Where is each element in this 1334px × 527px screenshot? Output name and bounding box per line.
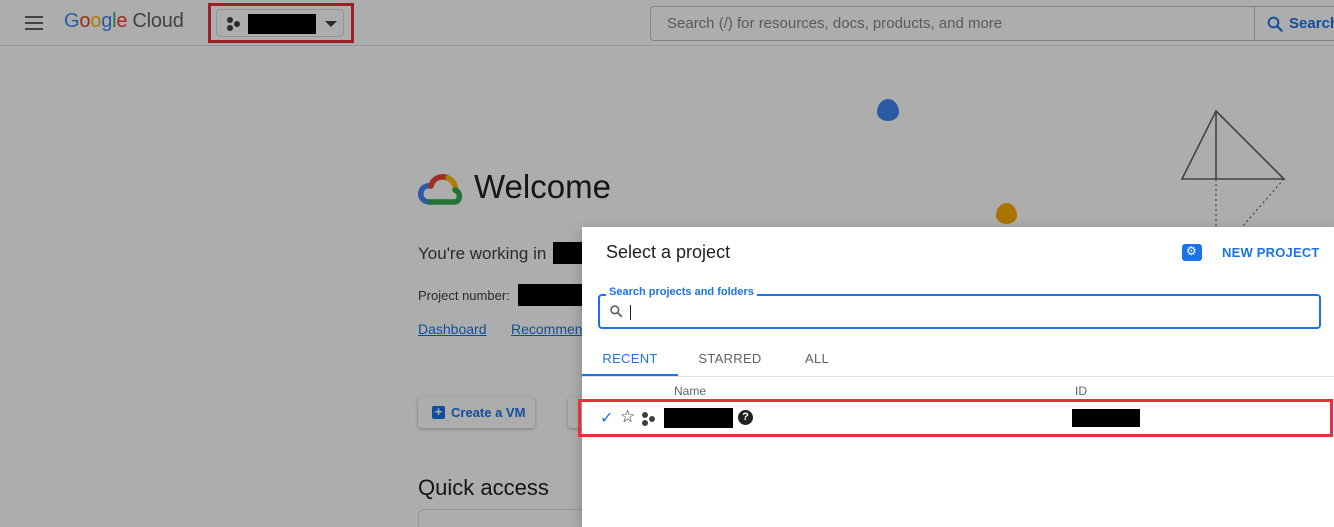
menu-icon[interactable] bbox=[22, 12, 46, 34]
project-number-redacted bbox=[518, 284, 589, 306]
decorative-yellow-drop bbox=[996, 203, 1017, 224]
project-number-row: Project number: bbox=[418, 284, 589, 306]
star-icon[interactable]: ☆ bbox=[620, 407, 635, 427]
create-vm-button[interactable]: + Create a VM bbox=[418, 397, 535, 428]
project-tabs: RECENT STARRED ALL bbox=[582, 340, 1334, 377]
project-icon bbox=[227, 17, 243, 31]
project-row[interactable]: ✓ ☆ ? bbox=[582, 400, 1334, 436]
project-icon bbox=[642, 412, 658, 426]
search-icon bbox=[1267, 16, 1283, 32]
search-button-label: Search bbox=[1289, 15, 1334, 32]
select-project-dialog: Select a project NEW PROJECT Search proj… bbox=[578, 227, 1334, 527]
project-row-name-redacted bbox=[664, 408, 733, 428]
search-icon bbox=[610, 305, 623, 318]
project-number-label: Project number: bbox=[418, 288, 510, 303]
quick-access-title: Quick access bbox=[418, 475, 549, 500]
tab-recent[interactable]: RECENT bbox=[582, 340, 678, 376]
working-in-project-redacted bbox=[553, 242, 584, 264]
decorative-triangle-illustration bbox=[1180, 109, 1286, 232]
google-cloud-logo[interactable]: Google Cloud bbox=[64, 10, 184, 33]
global-search-input[interactable] bbox=[651, 7, 1253, 40]
welcome-title: Welcome bbox=[474, 168, 611, 205]
project-search-field: Search projects and folders bbox=[598, 286, 1321, 329]
project-search-label: Search projects and folders bbox=[606, 286, 757, 298]
project-row-id-redacted bbox=[1072, 409, 1140, 427]
working-in-label: You're working in bbox=[418, 244, 547, 263]
project-picker-button[interactable] bbox=[216, 9, 344, 37]
new-project-button[interactable]: NEW PROJECT bbox=[1182, 242, 1322, 264]
tab-all[interactable]: ALL bbox=[778, 340, 856, 376]
new-project-icon bbox=[1182, 244, 1202, 261]
help-icon[interactable]: ? bbox=[738, 410, 753, 425]
global-search: Search bbox=[650, 6, 1334, 41]
checkmark-icon: ✓ bbox=[600, 410, 614, 427]
tab-starred[interactable]: STARRED bbox=[682, 340, 778, 376]
column-header-id: ID bbox=[1075, 384, 1087, 398]
dialog-title: Select a project bbox=[606, 242, 731, 262]
plus-icon: + bbox=[432, 405, 445, 419]
decorative-blue-drop bbox=[877, 99, 899, 121]
search-button[interactable]: Search bbox=[1254, 7, 1334, 40]
google-cloud-icon bbox=[418, 174, 463, 205]
working-in-text: You're working in bbox=[418, 242, 584, 264]
create-vm-label: Create a VM bbox=[451, 405, 526, 420]
project-search-input[interactable] bbox=[628, 298, 1308, 325]
text-cursor bbox=[630, 305, 631, 320]
recommendations-link[interactable]: Recommen bbox=[511, 321, 583, 337]
dropdown-caret-icon bbox=[325, 21, 337, 27]
top-bar: Google Cloud Search bbox=[0, 0, 1334, 46]
new-project-label: NEW PROJECT bbox=[1222, 245, 1320, 260]
dashboard-link[interactable]: Dashboard bbox=[418, 321, 487, 337]
project-name-redacted bbox=[248, 14, 316, 34]
column-header-name: Name bbox=[674, 384, 707, 398]
quick-access-card[interactable] bbox=[418, 509, 588, 527]
project-picker-highlight bbox=[208, 3, 354, 43]
